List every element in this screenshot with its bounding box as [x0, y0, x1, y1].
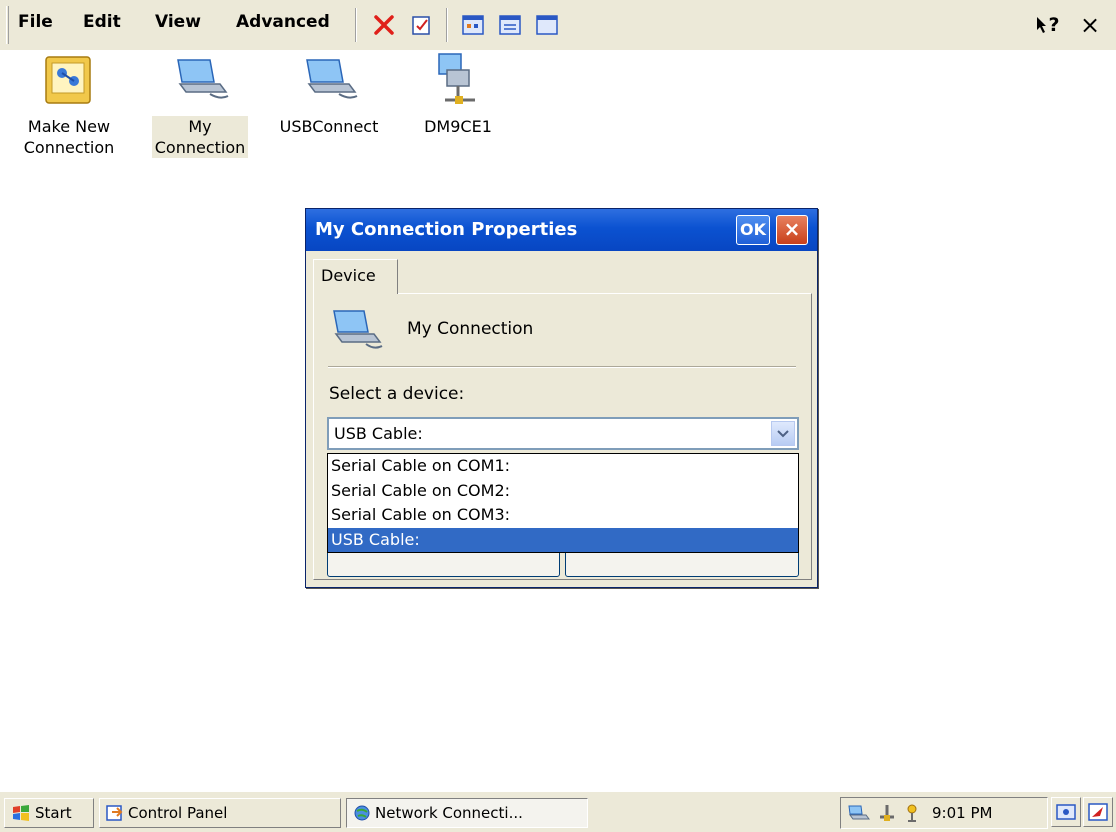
list-item[interactable]: Serial Cable on COM3:	[328, 503, 798, 528]
icon-label-usbconnect: USBConnect	[279, 117, 379, 136]
start-button[interactable]: Start	[4, 798, 94, 828]
show-desktop-icon	[1088, 803, 1108, 821]
menu-edit[interactable]: Edit	[83, 12, 121, 32]
network-globe-icon	[354, 805, 370, 821]
device-select-value: USB Cable:	[334, 424, 423, 443]
windows-logo-icon	[13, 805, 29, 821]
help-glyph: ?	[1048, 14, 1060, 36]
system-tray: 9:01 PM	[840, 797, 1048, 829]
window-close-button[interactable]: ×	[1076, 11, 1104, 39]
icon-my-connection[interactable]: My Connection	[145, 48, 255, 158]
dropdown-arrow-button[interactable]	[771, 421, 795, 446]
icon-label-make-new-connection: Make New Connection	[23, 117, 115, 157]
start-label: Start	[35, 803, 72, 822]
network-connections-label: Network Connecti...	[375, 803, 523, 822]
large-icons-view-button[interactable]	[459, 11, 487, 39]
dialog-title: My Connection Properties	[315, 219, 578, 240]
icon-make-new-connection[interactable]: Make New Connection	[14, 48, 124, 158]
make-new-connection-icon	[14, 48, 124, 110]
properties-icon	[412, 16, 430, 35]
ok-button[interactable]: OK	[736, 215, 770, 245]
list-view-icon	[536, 15, 558, 35]
keyboard-button[interactable]	[1051, 797, 1081, 827]
close-icon: ×	[1079, 11, 1101, 39]
desktop-button[interactable]	[1083, 797, 1113, 827]
chevron-down-icon	[777, 429, 789, 437]
list-item[interactable]: Serial Cable on COM2:	[328, 479, 798, 504]
menu-grip	[6, 6, 9, 44]
control-panel-icon	[106, 805, 123, 821]
network-connection-icon	[328, 306, 384, 357]
lan-status-icon[interactable]	[876, 803, 898, 823]
details-view-icon	[499, 15, 521, 35]
toolbar-separator	[446, 8, 448, 42]
large-icons-view-icon	[462, 15, 484, 35]
list-item[interactable]: Serial Cable on COM1:	[328, 454, 798, 479]
menu-file[interactable]: File	[18, 12, 53, 32]
menu-view[interactable]: View	[155, 12, 201, 32]
menu-separator	[355, 8, 357, 42]
taskbar-network-connections[interactable]: Network Connecti...	[346, 798, 588, 828]
menu-bar: File Edit View Advanced ? ×	[0, 0, 1116, 50]
details-view-button[interactable]	[496, 11, 524, 39]
connection-properties-dialog: My Connection Properties OK × Device My …	[305, 208, 818, 588]
device-select[interactable]: USB Cable:	[327, 417, 799, 450]
divider	[328, 366, 796, 368]
list-item-selected[interactable]: USB Cable:	[328, 527, 798, 552]
close-icon: ×	[783, 217, 801, 241]
lan-adapter-icon	[403, 48, 513, 110]
network-status-icon[interactable]	[847, 803, 873, 823]
delete-button[interactable]	[370, 11, 398, 39]
properties-button[interactable]	[408, 11, 436, 39]
icon-label-dm9ce1: DM9CE1	[424, 117, 492, 136]
menu-advanced[interactable]: Advanced	[236, 12, 330, 32]
control-panel-label: Control Panel	[128, 803, 228, 822]
dialog-close-button[interactable]: ×	[776, 215, 808, 245]
delete-icon	[374, 15, 394, 35]
icon-label-my-connection: My Connection	[151, 116, 249, 158]
icon-usbconnect[interactable]: USBConnect	[274, 48, 384, 137]
input-panel-icon	[1056, 804, 1076, 820]
network-connection-icon	[145, 48, 255, 110]
taskbar: Start Control Panel Network Connecti... …	[0, 791, 1116, 832]
select-device-label: Select a device:	[329, 384, 465, 404]
icon-dm9ce1[interactable]: DM9CE1	[403, 48, 513, 137]
network-connection-icon	[274, 48, 384, 110]
usb-status-icon[interactable]	[901, 803, 923, 823]
connection-name: My Connection	[407, 319, 534, 339]
list-view-button[interactable]	[533, 11, 561, 39]
taskbar-control-panel[interactable]: Control Panel	[99, 798, 341, 828]
clock[interactable]: 9:01 PM	[932, 804, 992, 822]
device-dropdown-list[interactable]: Serial Cable on COM1: Serial Cable on CO…	[327, 453, 799, 553]
tab-device[interactable]: Device	[313, 259, 398, 294]
help-button[interactable]: ?	[1034, 11, 1062, 39]
help-pointer-icon	[1037, 17, 1047, 33]
